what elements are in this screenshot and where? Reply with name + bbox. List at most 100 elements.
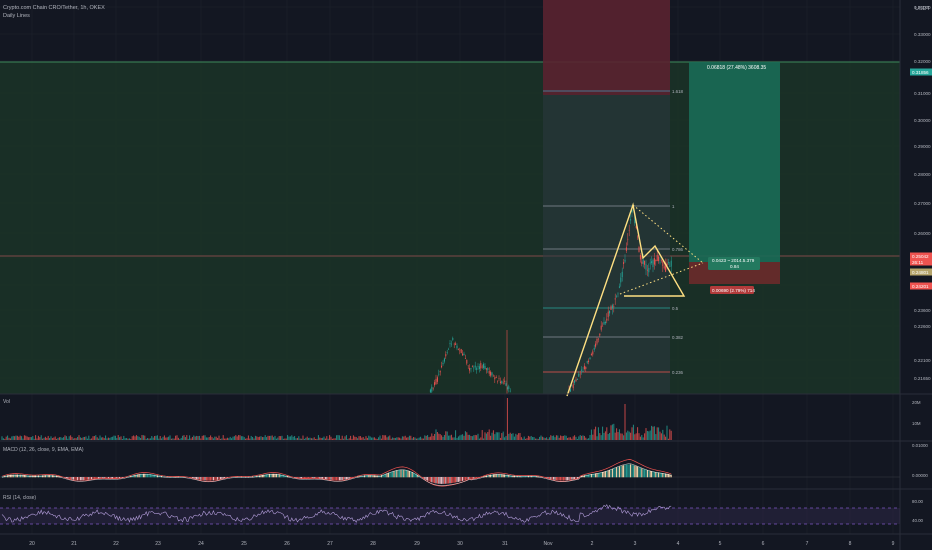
volume-bar (9, 438, 11, 440)
volume-bar (392, 437, 394, 440)
volume-bar (572, 436, 574, 440)
volume-bar (267, 435, 269, 440)
macd-hist (68, 477, 70, 479)
volume-bar (336, 435, 338, 440)
volume-bar (191, 436, 193, 440)
volume-bar (364, 438, 366, 440)
volume-bar (295, 438, 297, 440)
volume-bar (28, 437, 30, 440)
volume-bar (299, 438, 301, 440)
volume-bar (399, 437, 401, 440)
volume-bar (117, 435, 119, 440)
volume-bar (554, 437, 556, 440)
macd-hist (466, 477, 468, 480)
macd-hist (25, 475, 27, 478)
volume-bar (393, 437, 395, 440)
volume-bar (658, 427, 660, 440)
volume-bar (583, 435, 585, 440)
volume-bar (327, 438, 329, 440)
volume-bar (537, 438, 539, 440)
volume-bar (609, 432, 611, 440)
volume-bar (449, 435, 451, 440)
macd-hist (432, 477, 434, 483)
candle-body (456, 345, 458, 349)
volume-bar (614, 432, 616, 440)
candle-body (653, 258, 655, 265)
volume-bar (67, 438, 69, 440)
volume-bar (565, 435, 567, 440)
volume-bar (497, 432, 499, 440)
volume-bar (439, 434, 441, 440)
macd-hist (23, 475, 25, 478)
volume-bar (259, 436, 261, 440)
volume-bar (456, 437, 458, 440)
fib-label: 1.618 (672, 89, 684, 94)
volume-bar (550, 435, 552, 440)
volume-bar (604, 431, 606, 440)
macd-hist (646, 470, 648, 478)
macd-hist (78, 477, 80, 481)
volume-bar (576, 438, 578, 440)
macd-hist (644, 469, 646, 478)
candle-body (644, 260, 646, 265)
candle-body (488, 371, 490, 374)
volume-bar (131, 436, 133, 440)
volume-bar (155, 435, 157, 440)
macd-hist (218, 477, 220, 480)
volume-bar (546, 437, 548, 440)
volume-bar (387, 436, 389, 440)
candle-body (497, 380, 499, 382)
volume-bar (1, 436, 3, 440)
candle-body (484, 365, 486, 369)
volume-bar (610, 425, 612, 440)
volume-bar (292, 436, 294, 440)
volume-bar (317, 435, 319, 440)
volume-bar (61, 437, 63, 440)
candle-body (585, 366, 587, 369)
macd-hist (322, 477, 324, 479)
volume-bar (530, 435, 532, 440)
volume-bar (179, 438, 181, 440)
macd-hist (210, 477, 212, 481)
volume-bar (484, 432, 486, 440)
price-tick: 0.33000 (914, 32, 931, 37)
volume-bar (12, 435, 14, 440)
volume-bar (596, 436, 598, 440)
volume-bar (551, 435, 553, 440)
macd-hist (197, 477, 199, 480)
volume-bar (352, 435, 354, 440)
volume-bar (141, 435, 143, 440)
macd-hist (641, 468, 643, 478)
macd-hist (632, 465, 634, 478)
macd-hist (85, 477, 87, 480)
macd-hist (642, 468, 644, 478)
macd-hist (392, 471, 394, 478)
volume-bar (380, 438, 382, 440)
volume-bar (592, 434, 594, 440)
candle-body (641, 261, 643, 264)
macd-hist (607, 470, 609, 478)
candle-body (569, 389, 571, 392)
macd-hist (204, 477, 206, 481)
volume-bar (152, 437, 154, 440)
study-title: Daily Lines (3, 13, 30, 19)
volume-bar (548, 437, 550, 440)
volume-bar (194, 436, 196, 440)
time-tick: 4 (677, 541, 680, 547)
candle-body (667, 262, 669, 263)
volume-bar (620, 433, 622, 440)
volume-bar (561, 436, 563, 440)
volume-bar (408, 435, 410, 440)
volume-bar (30, 437, 32, 440)
volume-bar (509, 432, 511, 440)
volume-bar (200, 438, 202, 440)
volume-bar (397, 437, 399, 440)
macd-hist (407, 470, 409, 478)
price-chart[interactable]: 1.61810.7860.50.3820.236 Crypto.com Chai… (0, 0, 932, 550)
volume-bar (375, 438, 377, 440)
volume-bar (264, 435, 266, 440)
volume-bar (628, 431, 630, 440)
volume-bar (280, 436, 282, 440)
volume-bar (287, 435, 289, 440)
macd-hist (323, 477, 325, 479)
